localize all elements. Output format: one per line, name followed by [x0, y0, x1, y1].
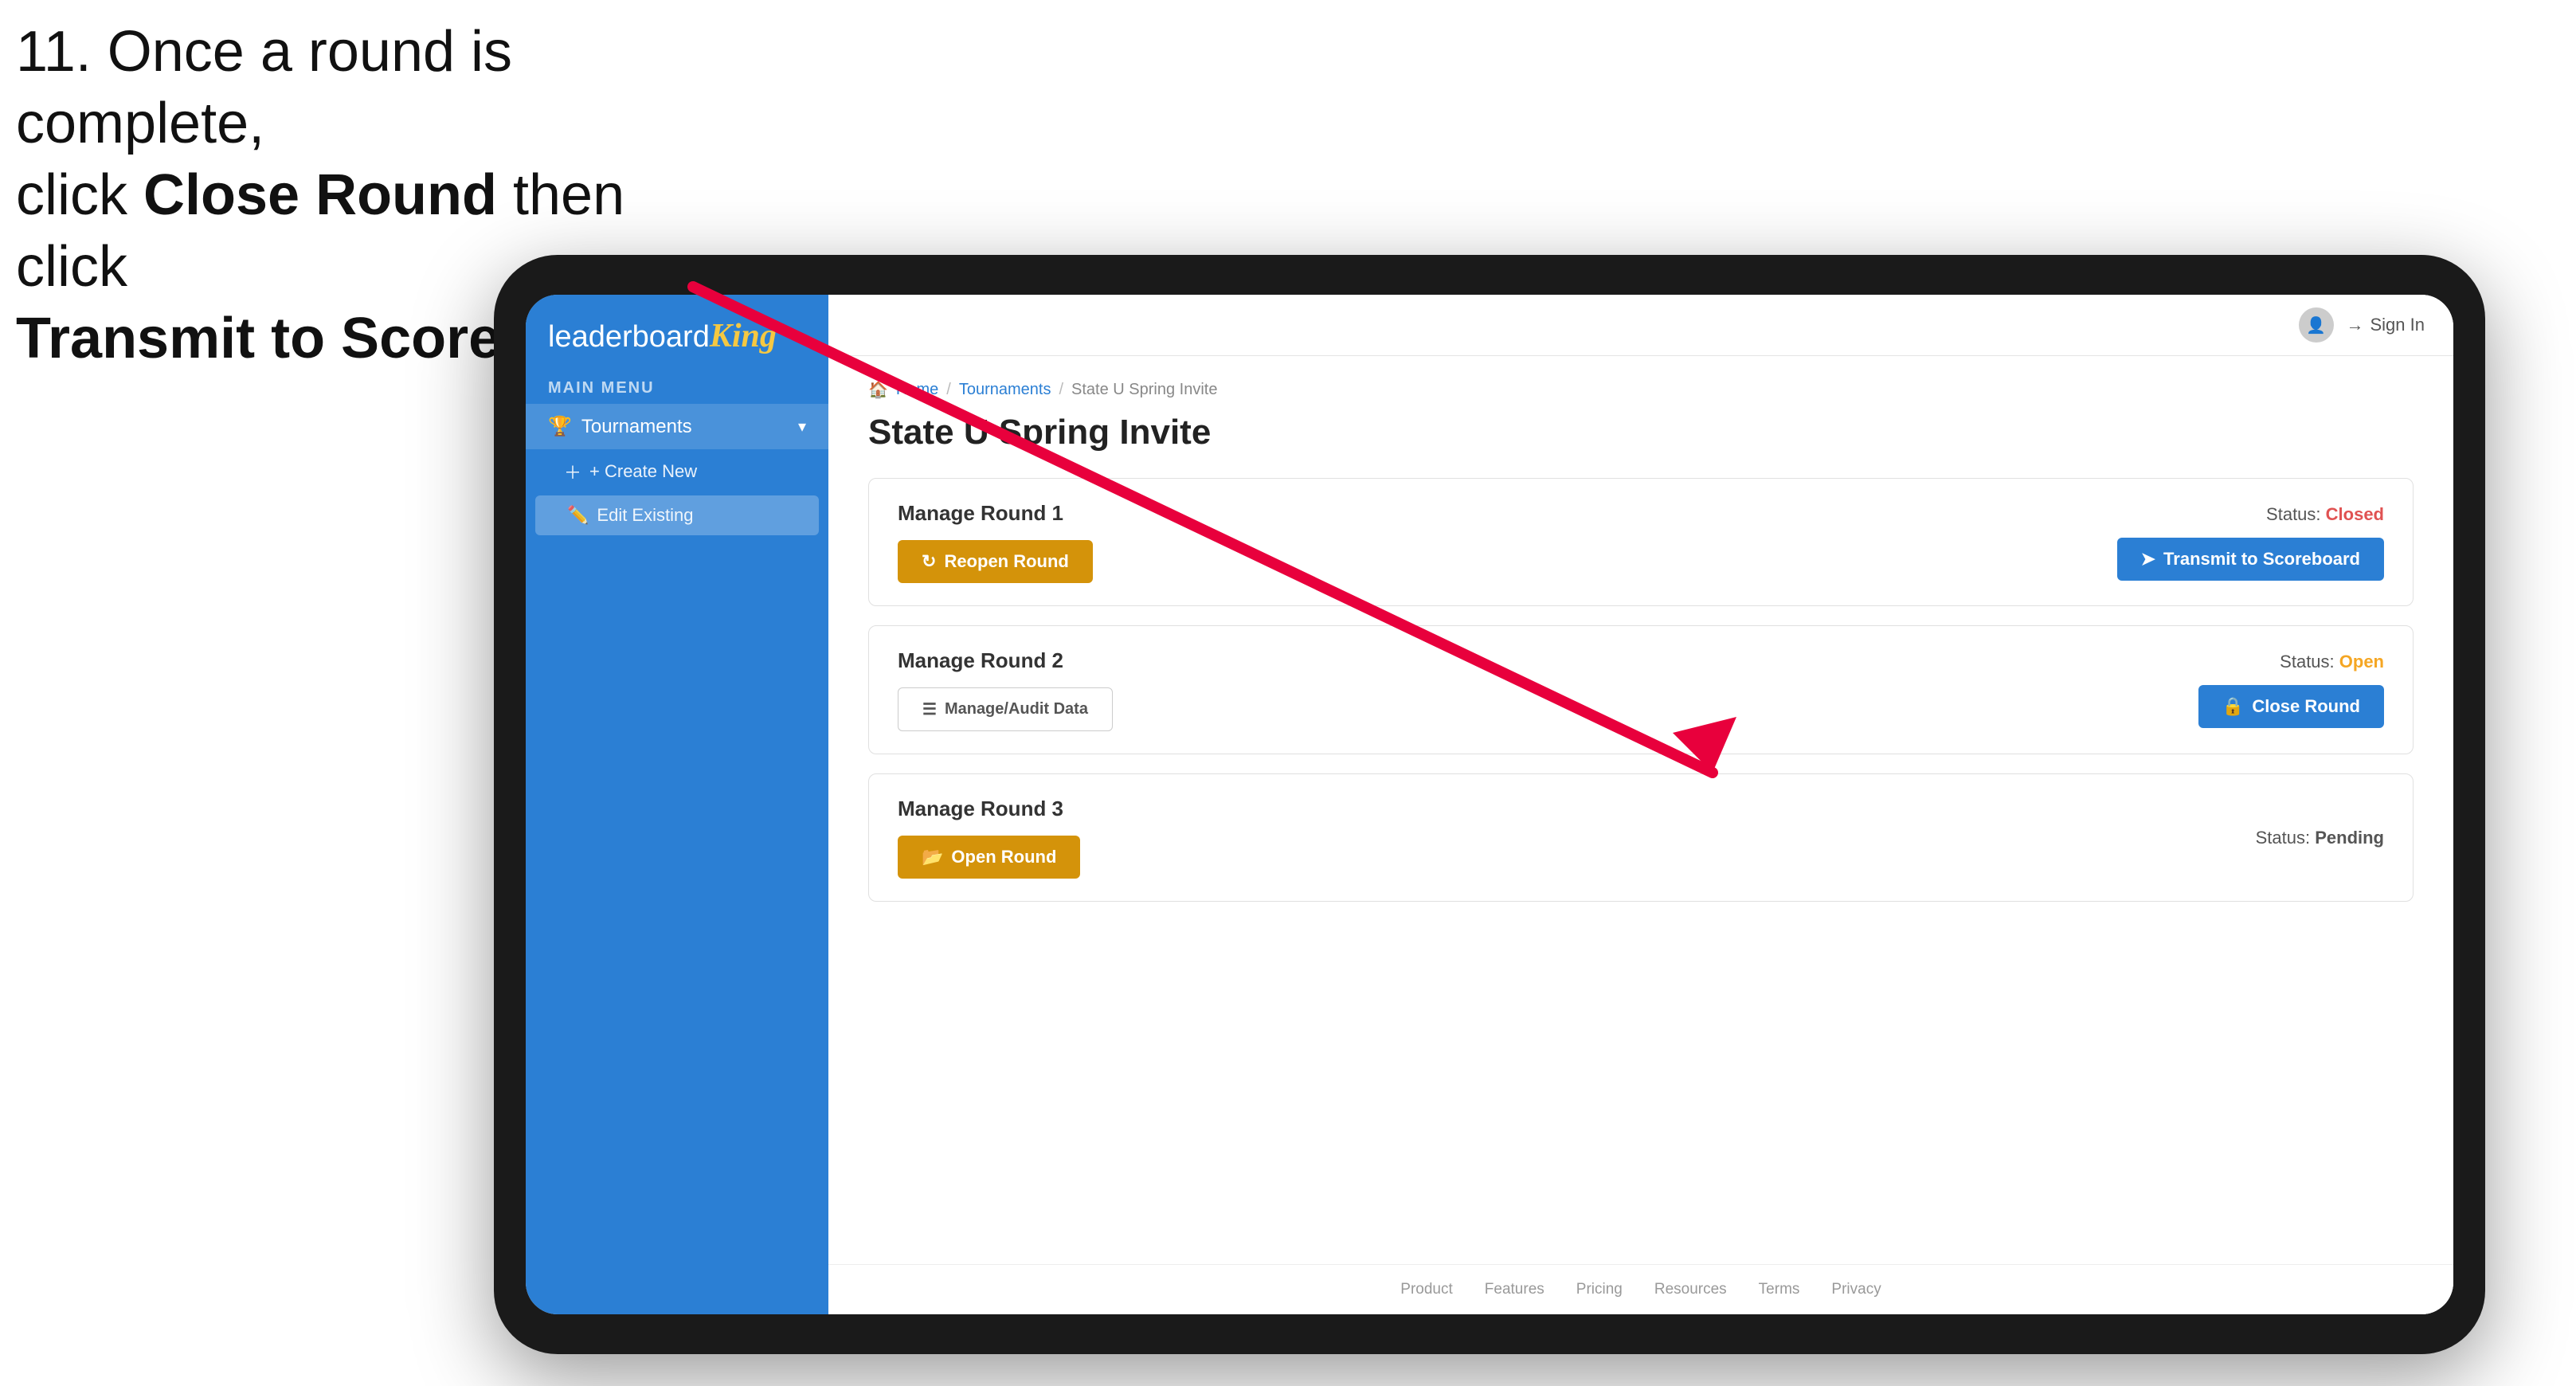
sidebar-item-tournaments[interactable]: 🏆 Tournaments ▾ [526, 404, 828, 449]
round-1-section: Manage Round 1 ↻ Reopen Round Status: Cl… [868, 478, 2414, 606]
footer-privacy[interactable]: Privacy [1831, 1281, 1881, 1298]
round-1-status-value: Closed [2326, 504, 2384, 524]
close-round-label: Close Round [2252, 696, 2360, 717]
sidebar: leaderboardKing MAIN MENU 🏆 Tournaments … [526, 295, 828, 1314]
sign-in-arrow-icon: → [2347, 315, 2364, 335]
footer-terms[interactable]: Terms [1759, 1281, 1800, 1298]
open-round-button[interactable]: 📂 Open Round [898, 836, 1080, 879]
top-bar: 👤 → Sign In [828, 295, 2453, 356]
breadcrumb-home[interactable]: Home [896, 381, 938, 399]
sidebar-item-create-new[interactable]: ＋ + Create New [526, 449, 828, 494]
reopen-icon: ↻ [922, 551, 936, 572]
main-content: 👤 → Sign In 🏠 Home / Tournaments [828, 295, 2453, 1314]
round-1-status: Status: Closed [2266, 504, 2384, 525]
transmit-scoreboard-button[interactable]: ➤ Transmit to Scoreboard [2117, 538, 2384, 581]
reopen-round-button[interactable]: ↻ Reopen Round [898, 540, 1093, 583]
sidebar-logo: leaderboardKing [526, 295, 828, 371]
round-1-right: Status: Closed ➤ Transmit to Scoreboard [2117, 504, 2384, 581]
tablet-frame: leaderboardKing MAIN MENU 🏆 Tournaments … [494, 255, 2485, 1354]
round-1-title: Manage Round 1 [898, 501, 1093, 526]
instruction-line1: 11. Once a round is complete, [16, 20, 512, 155]
transmit-scoreboard-label: Transmit to Scoreboard [2163, 549, 2360, 570]
sidebar-tournaments-label: Tournaments [581, 416, 692, 438]
breadcrumb-sep1: / [946, 381, 951, 399]
plus-icon: ＋ [564, 459, 581, 484]
round-2-status: Status: Open [2280, 652, 2384, 672]
breadcrumb-current: State U Spring Invite [1071, 381, 1217, 399]
round-2-right: Status: Open 🔒 Close Round [2198, 652, 2384, 728]
round-2-status-value: Open [2339, 652, 2384, 671]
list-icon: ☰ [922, 699, 937, 719]
logo-king: King [710, 318, 777, 354]
round-2-section: Manage Round 2 ☰ Manage/Audit Data Statu… [868, 625, 2414, 754]
round-3-section: Manage Round 3 📂 Open Round Status: Pend… [868, 773, 2414, 902]
breadcrumb: 🏠 Home / Tournaments / State U Spring In… [868, 380, 2414, 400]
page-title: State U Spring Invite [868, 413, 2414, 452]
instruction-line2: click [16, 163, 143, 227]
chevron-down-icon: ▾ [798, 417, 806, 437]
round-2-title: Manage Round 2 [898, 648, 1113, 673]
footer-resources[interactable]: Resources [1654, 1281, 1727, 1298]
logo-leaderboard: leaderboard [548, 320, 710, 354]
round-2-left: Manage Round 2 ☰ Manage/Audit Data [898, 648, 1113, 731]
open-round-label: Open Round [951, 847, 1056, 867]
sidebar-item-edit-existing[interactable]: ✏️ Edit Existing [535, 495, 819, 535]
breadcrumb-tournaments[interactable]: Tournaments [959, 381, 1051, 399]
manage-audit-button[interactable]: ☰ Manage/Audit Data [898, 687, 1113, 731]
edit-icon: ✏️ [567, 505, 589, 526]
sign-in-label: Sign In [2370, 315, 2425, 335]
sign-in-button[interactable]: → Sign In [2347, 315, 2425, 335]
home-icon: 🏠 [868, 380, 888, 400]
footer-product[interactable]: Product [1400, 1281, 1452, 1298]
footer-pricing[interactable]: Pricing [1576, 1281, 1623, 1298]
main-menu-label: MAIN MENU [526, 371, 828, 404]
footer: Product Features Pricing Resources Terms… [828, 1264, 2453, 1314]
content-area: 🏠 Home / Tournaments / State U Spring In… [828, 356, 2453, 1264]
trophy-icon: 🏆 [548, 415, 572, 438]
round-3-status: Status: Pending [2256, 828, 2384, 848]
round-3-left: Manage Round 3 📂 Open Round [898, 797, 1080, 879]
avatar-icon: 👤 [2306, 315, 2326, 335]
edit-existing-label: Edit Existing [597, 505, 693, 526]
transmit-icon: ➤ [2141, 549, 2155, 570]
close-round-button[interactable]: 🔒 Close Round [2198, 685, 2384, 728]
reopen-round-label: Reopen Round [944, 551, 1068, 572]
instruction-bold1: Close Round [143, 163, 497, 227]
lock-icon: 🔒 [2222, 696, 2244, 717]
round-3-status-value: Pending [2315, 828, 2384, 848]
tablet-screen: leaderboardKing MAIN MENU 🏆 Tournaments … [526, 295, 2453, 1314]
breadcrumb-sep2: / [1059, 381, 1063, 399]
create-new-label: + Create New [589, 461, 697, 482]
round-3-title: Manage Round 3 [898, 797, 1080, 821]
app-layout: leaderboardKing MAIN MENU 🏆 Tournaments … [526, 295, 2453, 1314]
round-1-left: Manage Round 1 ↻ Reopen Round [898, 501, 1093, 583]
manage-audit-label: Manage/Audit Data [945, 700, 1088, 718]
folder-icon: 📂 [922, 847, 943, 867]
round-3-right: Status: Pending [2256, 828, 2384, 848]
footer-features[interactable]: Features [1485, 1281, 1544, 1298]
avatar: 👤 [2299, 307, 2334, 343]
